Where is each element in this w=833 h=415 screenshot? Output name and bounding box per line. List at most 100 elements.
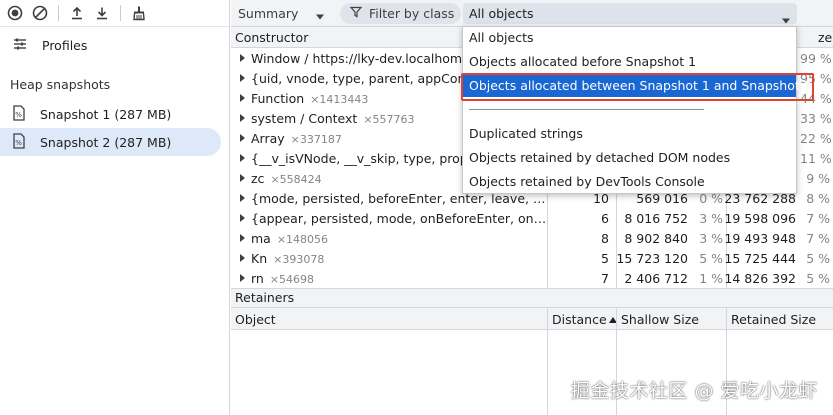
snapshot-file-icon: % xyxy=(12,104,26,124)
distance-column-header[interactable]: Distance xyxy=(552,312,617,327)
expand-triangle-icon[interactable] xyxy=(240,94,245,102)
table-row[interactable]: rn ×54698 7 2 406 712 1 % 14 826 392 5 % xyxy=(231,268,833,288)
table-row[interactable]: Kn ×393078 5 15 723 120 5 % 15 725 444 5 % xyxy=(231,248,833,268)
profiler-toolbar xyxy=(0,0,229,27)
retained-size-percent: 9 % xyxy=(806,171,830,186)
object-filter-value: All objects xyxy=(469,6,534,21)
retained-size-percent: 99 % xyxy=(800,51,832,66)
expand-triangle-icon[interactable] xyxy=(240,114,245,122)
collect-garbage-icon[interactable] xyxy=(128,2,150,24)
profiles-sidebar: Profiles Heap snapshots % Snapshot 1 (28… xyxy=(0,0,230,415)
svg-text:%: % xyxy=(15,139,22,147)
constructor-name: rn ×54698 xyxy=(251,271,315,286)
retained-size-cell: 19 493 948 xyxy=(724,231,796,246)
shallow-size-cell: 15 723 120 xyxy=(616,251,688,266)
snapshot-2-item[interactable]: % Snapshot 2 (287 MB) xyxy=(0,128,221,156)
retained-size-cell: 15 725 444 xyxy=(724,251,796,266)
expand-triangle-icon[interactable] xyxy=(240,174,245,182)
constructor-name: system / Context ×557763 xyxy=(251,111,415,126)
shallow-size-column-header[interactable]: Shallow Size xyxy=(621,312,699,327)
retainers-title: Retainers xyxy=(231,288,833,308)
retained-size-percent: 5 % xyxy=(806,271,830,286)
expand-triangle-icon[interactable] xyxy=(240,154,245,162)
shallow-size-cell: 8 902 840 xyxy=(624,231,688,246)
distance-cell: 5 xyxy=(601,251,609,266)
filter-placeholder: Filter by class xyxy=(369,6,455,21)
dropdown-option-all-objects[interactable]: All objects xyxy=(463,27,796,49)
shallow-size-percent: 1 % xyxy=(699,271,723,286)
distance-column-label: Distance xyxy=(552,312,607,327)
instance-count: ×557763 xyxy=(363,113,415,126)
shallow-size-cell: 2 406 712 xyxy=(624,271,688,286)
constructor-name: ma ×148056 xyxy=(251,231,329,246)
retained-size-percent: 22 % xyxy=(800,131,832,146)
watermark-text: 掘金技术社区 @ 爱吃小龙虾 xyxy=(570,380,818,402)
constructor-name: {appear, persisted, mode, onBeforeEnter,… xyxy=(251,211,547,226)
retained-size-cell: 14 826 392 xyxy=(724,271,796,286)
dropdown-separator xyxy=(469,109,704,110)
record-icon[interactable] xyxy=(4,2,26,24)
table-row[interactable]: {appear, persisted, mode, onBeforeEnter,… xyxy=(231,208,833,228)
retained-size-percent: 33 % xyxy=(800,111,832,126)
retained-size-column-header[interactable]: ze xyxy=(818,30,832,45)
profiles-icon xyxy=(12,36,28,55)
constructor-name: {__v_isVNode, __v_skip, type, props, k xyxy=(251,151,490,166)
retained-size-percent: 7 % xyxy=(806,231,830,246)
expand-triangle-icon[interactable] xyxy=(240,214,245,222)
dropdown-option-duplicated-strings[interactable]: Duplicated strings xyxy=(463,123,796,145)
snapshot-toolbar: Summary Filter by class All objects xyxy=(231,0,833,27)
clear-icon[interactable] xyxy=(29,2,51,24)
table-row[interactable]: ma ×148056 8 8 902 840 3 % 19 493 948 7 % xyxy=(231,228,833,248)
dropdown-option-detached-dom[interactable]: Objects retained by detached DOM nodes xyxy=(463,147,796,169)
instance-count: ×54698 xyxy=(269,273,315,286)
shallow-size-percent: 3 % xyxy=(699,211,723,226)
retained-size-column-header[interactable]: Retained Size xyxy=(731,312,816,327)
retained-size-percent: 5 % xyxy=(806,251,830,266)
expand-triangle-icon[interactable] xyxy=(240,54,245,62)
class-filter-input[interactable]: Filter by class xyxy=(340,3,461,24)
constructor-column-header[interactable]: Constructor xyxy=(235,30,308,45)
upload-icon[interactable] xyxy=(66,2,88,24)
constructor-name: Array ×337187 xyxy=(251,131,342,146)
shallow-size-cell: 8 016 752 xyxy=(624,211,688,226)
expand-triangle-icon[interactable] xyxy=(240,194,245,202)
distance-cell: 8 xyxy=(601,231,609,246)
constructor-name: zc ×558424 xyxy=(251,171,322,186)
constructor-name: Function ×1413443 xyxy=(251,91,369,106)
instance-count: ×558424 xyxy=(270,173,322,186)
snapshot-1-label: Snapshot 1 (287 MB) xyxy=(40,106,172,122)
dropdown-option-before-snapshot-1[interactable]: Objects allocated before Snapshot 1 xyxy=(463,51,796,73)
expand-triangle-icon[interactable] xyxy=(240,74,245,82)
profiles-label: Profiles xyxy=(42,38,88,53)
view-select[interactable]: Summary xyxy=(238,6,298,21)
retained-size-percent: 7 % xyxy=(806,211,830,226)
expand-triangle-icon[interactable] xyxy=(240,254,245,262)
object-column-header[interactable]: Object xyxy=(235,312,276,327)
heap-snapshots-heading: Heap snapshots xyxy=(10,77,111,92)
snapshot-2-label: Snapshot 2 (287 MB) xyxy=(40,134,172,150)
filter-icon xyxy=(349,6,363,21)
snapshot-file-icon: % xyxy=(12,132,26,152)
download-icon[interactable] xyxy=(91,2,113,24)
retained-size-cell: 19 598 096 xyxy=(724,211,796,226)
retained-size-percent: 11 % xyxy=(800,151,832,166)
shallow-size-percent: 5 % xyxy=(699,251,723,266)
retained-size-percent: 8 % xyxy=(806,191,830,206)
svg-text:%: % xyxy=(15,111,22,119)
constructor-name: {uid, vnode, type, parent, appContex xyxy=(251,71,486,86)
retainers-table-header: Object Distance Shallow Size Retained Si… xyxy=(231,308,833,330)
profiles-item[interactable]: Profiles xyxy=(12,36,87,55)
snapshot-1-item[interactable]: % Snapshot 1 (287 MB) xyxy=(0,100,221,128)
object-filter-select[interactable]: All objects xyxy=(463,3,797,24)
toolbar-divider xyxy=(120,5,121,21)
expand-triangle-icon[interactable] xyxy=(240,274,245,282)
distance-cell: 7 xyxy=(601,271,609,286)
expand-triangle-icon[interactable] xyxy=(240,134,245,142)
constructor-name: Window / https://lky-dev.localhome.c xyxy=(251,51,481,66)
caret-down-icon[interactable] xyxy=(315,9,325,24)
expand-triangle-icon[interactable] xyxy=(240,234,245,242)
column-divider xyxy=(547,308,548,415)
object-filter-dropdown: All objects Objects allocated before Sna… xyxy=(462,26,812,194)
dropdown-option-devtools-console[interactable]: Objects retained by DevTools Console xyxy=(463,171,796,193)
constructor-name: Kn ×393078 xyxy=(251,251,325,266)
